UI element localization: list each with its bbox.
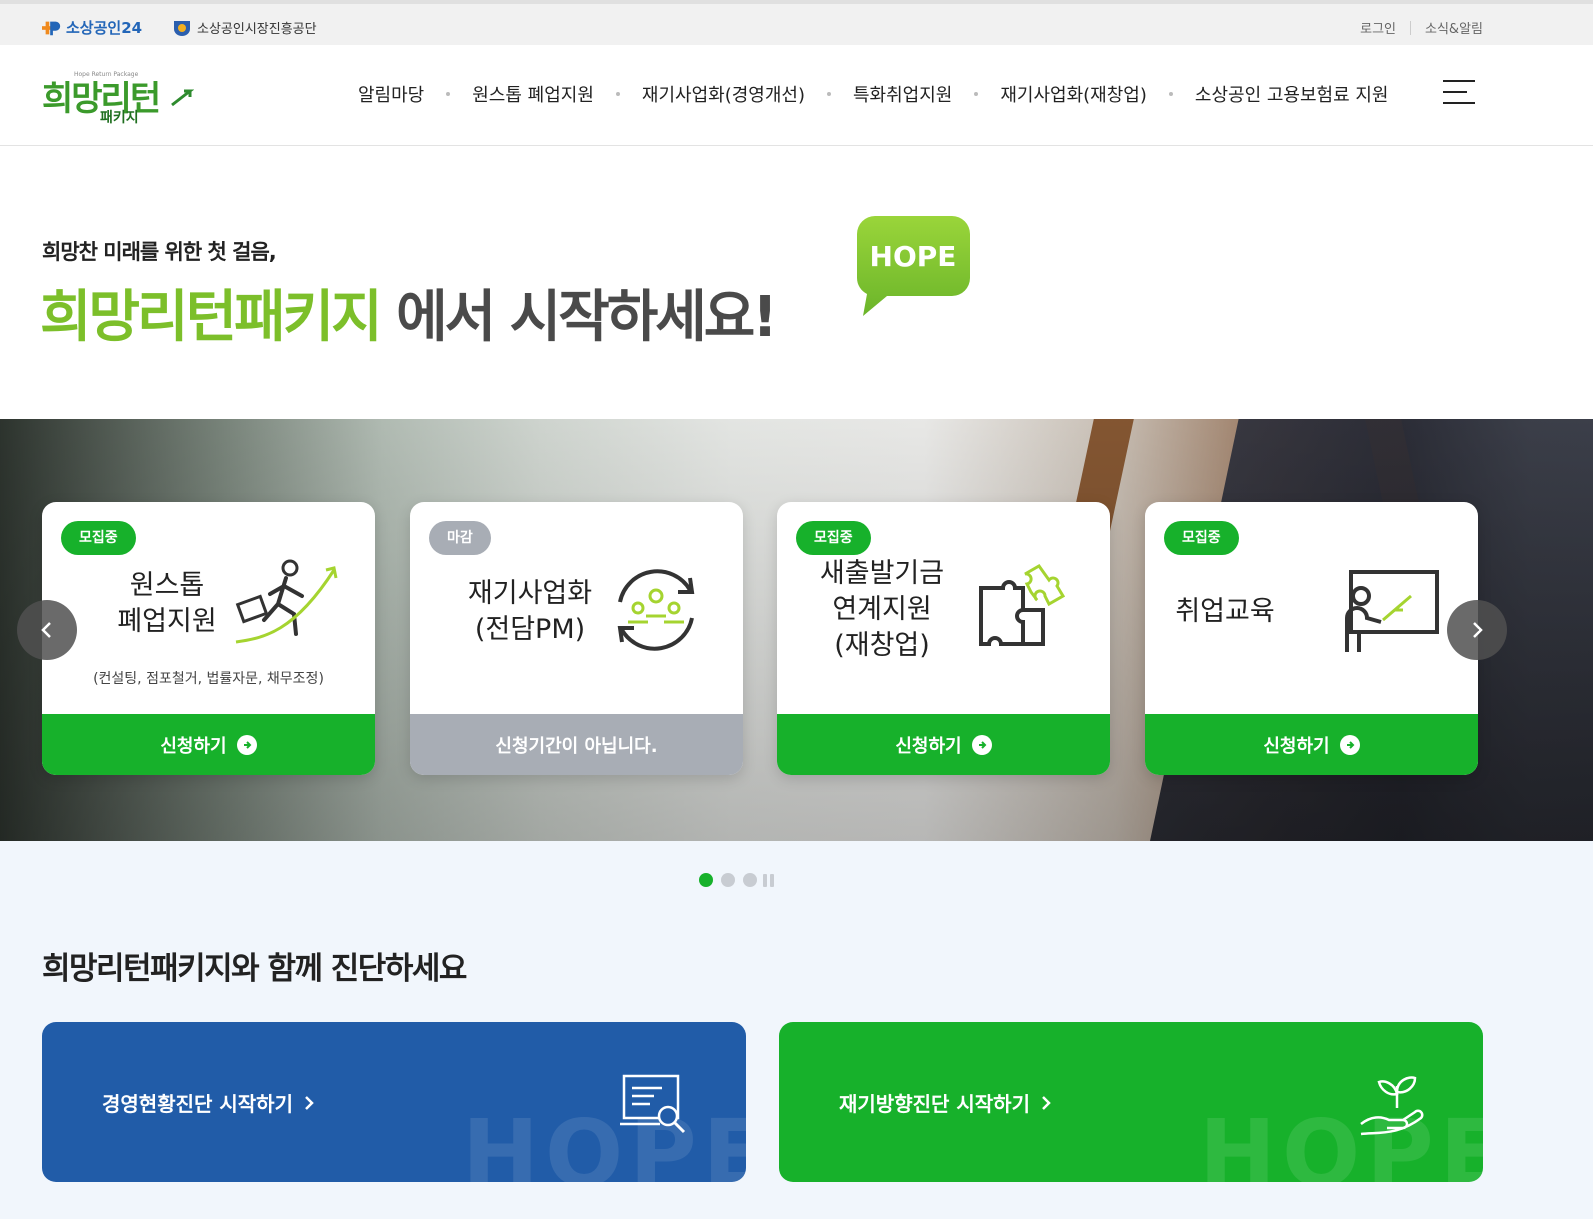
arrow-right-icon [236, 734, 257, 755]
hope-speech-bubble-icon: HOPE [857, 216, 970, 316]
semas-logo-icon [174, 20, 190, 36]
card-title-line: 폐업지원 [117, 606, 217, 637]
hope-watermark: HOPE [462, 1100, 746, 1182]
program-card-training[interactable]: 모집중 취업교육 신청하기 [1145, 502, 1478, 775]
nav-dot [615, 92, 620, 96]
nav-dot [1168, 92, 1173, 96]
menu-hamburger-icon[interactable] [1443, 80, 1475, 106]
util-links: 로그인 소식&알림 [1360, 18, 1483, 37]
pagination-dot-2[interactable] [721, 873, 735, 887]
business-diagnosis-button[interactable]: 경영현황진단 시작하기 HOPE [42, 1022, 746, 1182]
diag-label: 경영현황진단 시작하기 [102, 1088, 315, 1117]
nav-item-restart[interactable]: 재기사업화(재창업) [1000, 81, 1147, 107]
top-utility-bar: 소상공인24 소상공인시장진흥공단 로그인 소식&알림 [0, 0, 1593, 45]
status-badge: 마감 [429, 521, 491, 555]
card-description: (컨설팅, 점포철거, 법률자문, 채무조정) [93, 671, 324, 687]
chevron-right-icon [1473, 622, 1483, 638]
slider-prev-button[interactable] [17, 600, 77, 660]
diagnosis-section-title: 희망리턴패키지와 함께 진단하세요 [42, 951, 467, 987]
teacher-board-icon [1345, 570, 1439, 652]
nav-item-employment[interactable]: 특화취업지원 [853, 81, 952, 107]
pause-icon[interactable] [763, 873, 774, 887]
apply-button-label: 신청하기 [1263, 735, 1330, 757]
hero-title-gray: 에서 시작하세요! [379, 285, 778, 350]
login-link[interactable]: 로그인 [1360, 18, 1396, 37]
diag-label-text: 경영현황진단 시작하기 [102, 1092, 293, 1116]
brand2-text: 소상공인시장진흥공단 [197, 22, 317, 37]
sosanggongin24-link[interactable]: 소상공인24 [42, 17, 142, 38]
nav-item-business-improvement[interactable]: 재기사업화(경영개선) [642, 81, 805, 107]
hope-watermark: HOPE [1199, 1100, 1483, 1182]
brand1-text: 소상공인24 [66, 19, 143, 37]
hero-title-green: 희망리턴패키지 [40, 285, 383, 350]
apply-button-label: 신청하기 [160, 735, 227, 757]
plant-hand-icon [1360, 1076, 1424, 1136]
program-card-fund[interactable]: 모집중 새출발기금 연계지원 (재창업) 신청하기 [777, 502, 1110, 775]
status-badge: 모집중 [796, 521, 871, 555]
logo-tiny-text: Hope Return Package [74, 71, 139, 78]
news-link[interactable]: 소식&알림 [1425, 18, 1483, 37]
semas-link[interactable]: 소상공인시장진흥공단 [173, 18, 317, 37]
program-card-pm[interactable]: 마감 재기사업화 (전담PM) 신청기간이 아닙니다. [410, 502, 743, 775]
nav-dot [446, 92, 451, 96]
card-title: 취업교육 [1165, 594, 1285, 630]
chevron-right-icon [1042, 1095, 1051, 1110]
restart-diagnosis-button[interactable]: 재기방향진단 시작하기 HOPE [779, 1022, 1483, 1182]
puzzle-icon [979, 564, 1065, 646]
card-title-line: 재기사업화 [467, 578, 593, 609]
status-badge: 모집중 [61, 521, 136, 555]
site-logo[interactable]: 희망리턴 Hope Return Package 패키지 [42, 67, 202, 127]
status-badge: 모집중 [1164, 521, 1239, 555]
card-title: 원스톱 폐업지원 [82, 568, 252, 640]
program-card-closure[interactable]: 모집중 원스톱 폐업지원 (컨설팅, 점포철거, 법률자문, 채무조정) 신청하… [42, 502, 375, 775]
nav-item-notice[interactable]: 알림마당 [358, 81, 424, 107]
slider-pagination [699, 873, 774, 887]
card-title: 재기사업화 (전담PM) [440, 576, 620, 648]
apply-button[interactable]: 신청하기 [777, 714, 1110, 775]
apply-closed-label: 신청기간이 아닙니다. [495, 735, 658, 757]
nav-dot [974, 92, 979, 96]
slider-next-button[interactable] [1447, 600, 1507, 660]
team-cycle-icon [617, 569, 695, 651]
card-title-line: (전담PM) [474, 614, 586, 645]
card-title-line: (재창업) [834, 630, 930, 661]
main-nav: 알림마당 원스톱 폐업지원 재기사업화(경영개선) 특화취업지원 재기사업화(재… [358, 81, 1389, 107]
pagination-dot-3[interactable] [743, 873, 757, 887]
card-title-line: 연계지원 [832, 594, 932, 625]
main-header: 희망리턴 Hope Return Package 패키지 알림마당 원스톱 폐업… [0, 45, 1593, 146]
diag-label-text: 재기방향진단 시작하기 [839, 1092, 1030, 1116]
card-title-line: 원스톱 [129, 570, 205, 601]
chevron-left-icon [41, 622, 51, 638]
hero-title: 희망리턴패키지 에서 시작하세요! [40, 272, 778, 353]
pagination-dot-1[interactable] [699, 873, 713, 887]
document-search-icon [620, 1074, 686, 1134]
nav-item-closure-support[interactable]: 원스톱 폐업지원 [472, 81, 594, 107]
nav-dot [827, 92, 831, 96]
running-businessman-icon [235, 559, 338, 644]
logo-sub-text: 패키지 [100, 110, 139, 126]
apply-button[interactable]: 신청하기 [42, 714, 375, 775]
apply-closed-button[interactable]: 신청기간이 아닙니다. [410, 714, 743, 775]
arrow-right-icon [1339, 734, 1360, 755]
diag-label: 재기방향진단 시작하기 [839, 1088, 1052, 1117]
card-title-line: 새출발기금 [819, 558, 945, 589]
card-title: 새출발기금 연계지원 (재창업) [807, 556, 957, 664]
hero-subtitle: 희망찬 미래를 위한 첫 걸음, [42, 240, 277, 264]
card-title-line: 취업교육 [1175, 596, 1275, 627]
arrow-right-icon [971, 734, 992, 755]
apply-button[interactable]: 신청하기 [1145, 714, 1478, 775]
logo-arrow-icon [171, 89, 194, 107]
apply-button-label: 신청하기 [895, 735, 962, 757]
nav-item-insurance[interactable]: 소상공인 고용보험료 지원 [1195, 81, 1389, 107]
sosanggongin24-logo-icon [42, 21, 61, 35]
hope-bubble-text: HOPE [870, 240, 957, 273]
chevron-right-icon [305, 1095, 314, 1110]
util-divider [1410, 20, 1412, 35]
